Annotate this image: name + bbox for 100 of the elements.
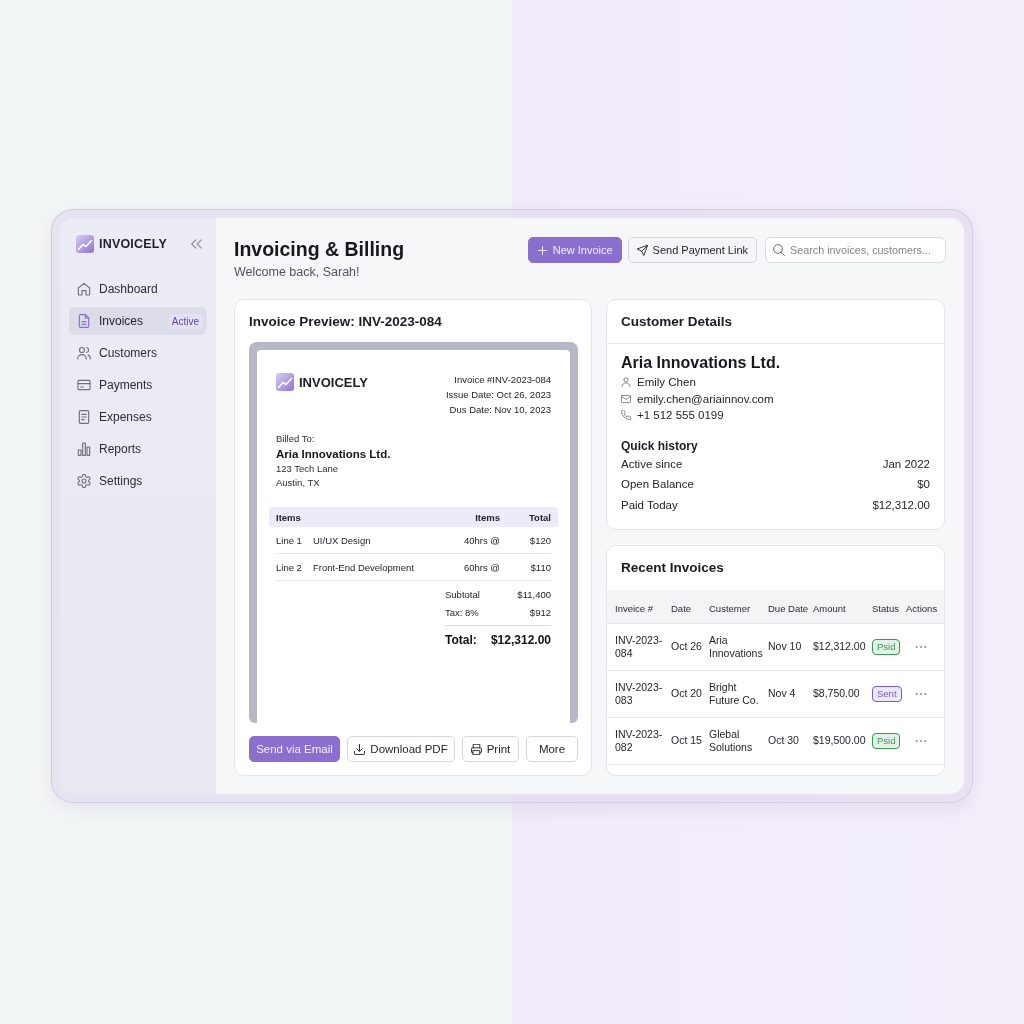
table-cell-text: Line 2 (276, 561, 303, 573)
total-value: $11,400 (517, 588, 551, 600)
table-cell-text: INV-2023-083 (615, 680, 664, 708)
column-header: Inveice # (615, 602, 655, 614)
plus-icon (536, 244, 548, 256)
more-button[interactable]: More (526, 736, 578, 762)
column-header: Status (872, 602, 900, 614)
document-lines-icon (77, 410, 91, 424)
table-cell-text: Oct 26 (671, 640, 703, 654)
history-label: Open Balance (621, 478, 694, 491)
invoice-meta: Invoice #INV-2023-084 (453, 373, 551, 387)
table-cell-text: $8,750.00 (813, 687, 861, 701)
printer-icon (470, 743, 482, 755)
history-value: $0 (917, 478, 930, 491)
address-line: Austin, TX (276, 476, 321, 490)
table-cell-text: $120 (528, 534, 551, 546)
contact-detail: Emily Chen (637, 376, 696, 389)
download-icon (354, 743, 366, 755)
table-cell-text: Line 1 (276, 534, 303, 546)
more-icon[interactable] (915, 692, 927, 696)
table-cell-text: $19,500.00 (813, 734, 867, 748)
column-header: Date (671, 602, 693, 614)
bar-chart-icon (77, 442, 91, 456)
history-label: Paid Today (621, 498, 678, 511)
document-icon (77, 314, 91, 328)
invoice-meta: Dus Date: Nov 10, 2023 (448, 403, 551, 417)
nav-item[interactable]: Invoices Active (69, 307, 207, 335)
column-header: Total (528, 511, 551, 523)
nav-item[interactable]: Payments (69, 371, 207, 399)
table-cell-text: Oct 20 (671, 687, 703, 701)
brand-name: INVOICELY (299, 374, 368, 390)
card-title: Customer Details (621, 314, 733, 329)
send-payment-link-button[interactable]: Send Payment Link (627, 237, 757, 263)
contact-detail: +1 512 555 0199 (637, 409, 724, 422)
more-icon[interactable] (915, 739, 927, 743)
nav-item[interactable]: Customers (69, 339, 207, 367)
new-invoice-button[interactable]: New Invoice (527, 237, 622, 263)
status-badge: Psid (872, 639, 901, 655)
send-email-button[interactable]: Send via Email (249, 736, 340, 762)
nav-item[interactable]: Expenses (69, 403, 207, 431)
total-label: Tax: 8% (445, 606, 479, 618)
history-label: Active since (621, 457, 683, 470)
table-cell-text: 60hrs @ (462, 561, 500, 573)
column-header: Actions (906, 602, 939, 614)
status-badge: Psid (872, 733, 901, 749)
nav-item[interactable]: Dashboard (69, 275, 207, 303)
nav-item[interactable]: Settings (69, 467, 207, 495)
mail-icon (621, 393, 631, 404)
total-value: $912 (529, 606, 551, 618)
history-value: Jan 2022 (882, 457, 930, 470)
contact-detail: emily.chen@ariainnov.com (637, 392, 774, 405)
history-value: $12,312.00 (872, 498, 930, 511)
brand-name: INVOICELY (99, 237, 168, 251)
collapse-icon[interactable] (191, 239, 202, 249)
column-header: Items (474, 511, 500, 523)
paper-plane-icon (636, 244, 648, 256)
table-cell-text: $110 (529, 561, 551, 573)
column-header: Due Date (768, 602, 810, 614)
address-line: 123 Tech Lane (276, 462, 340, 476)
table-cell-text: UI/UX Design (313, 534, 372, 546)
table-cell-text: Glebal Solutions (709, 727, 754, 755)
table-cell-text: INV-2023-084 (615, 633, 664, 661)
client-name: Aria Innovations Ltd. (276, 447, 392, 462)
nav-item[interactable]: Reports (69, 435, 207, 463)
table-cell-text: Aria Innovations (709, 633, 764, 661)
card-title: Recent Invoices (620, 559, 725, 577)
table-cell-text: 40hrs @ (462, 534, 500, 546)
download-pdf-button[interactable]: Download PDF (347, 736, 455, 762)
users-icon (77, 346, 91, 360)
table-cell-text: Oct 15 (671, 734, 703, 748)
total-label: Subtotal (445, 588, 480, 600)
person-icon (621, 377, 631, 388)
search-icon (773, 244, 785, 256)
invoice-meta: Issue Date: Oct 26, 2023 (445, 388, 551, 402)
table-cell-text: Nov 10 (768, 640, 803, 654)
active-badge: Active (167, 313, 203, 329)
status-badge: Sent (872, 686, 902, 702)
column-header: Amount (813, 602, 847, 614)
table-cell-text: Oct 30 (768, 734, 800, 748)
column-header: Custemer (709, 602, 752, 614)
total-value: $12,312.00 (490, 633, 551, 647)
search-field[interactable]: Search invoices, customers... (765, 237, 946, 263)
table-cell-text: Nov 4 (768, 687, 797, 701)
table-cell-text: $12,312.00 (813, 640, 867, 654)
customer-name: Aria Innovations Ltd. (621, 353, 782, 373)
page-subtitle: Welcome back, Sarah! (234, 264, 361, 281)
column-header: Items (276, 511, 302, 523)
table-cell-text: INV-2023-082 (615, 727, 664, 755)
card-title: Invoice Preview: INV-2023-084 (249, 313, 443, 331)
settings-icon (77, 474, 91, 488)
table-cell-text: Front-End Development (313, 561, 415, 573)
logo-icon (76, 235, 94, 253)
total-label: Total: (445, 633, 477, 647)
table-cell-text: Bright Future Co. (709, 680, 760, 708)
more-icon[interactable] (915, 645, 927, 649)
section-heading: Quick history (621, 437, 699, 454)
credit-card-icon (77, 378, 91, 392)
billed-to-label: Billed To: (276, 432, 316, 446)
print-button[interactable]: Print (462, 736, 519, 762)
page-title: Invoicing & Billing (234, 237, 405, 262)
